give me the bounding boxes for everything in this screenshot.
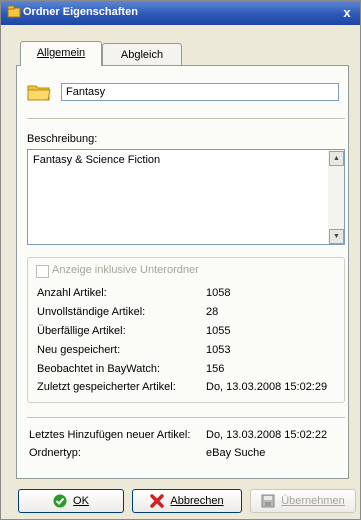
stat-value: Do, 13.03.2008 15:02:29 — [206, 381, 328, 393]
scroll-up-icon[interactable]: ▲ — [329, 151, 344, 166]
stat-label: Überfällige Artikel: — [37, 325, 126, 337]
stat-value: 1055 — [206, 325, 231, 337]
app-icon — [7, 5, 21, 18]
check-icon — [53, 494, 67, 508]
info-value: eBay Suche — [206, 447, 266, 459]
tab-abgleich-label: Abgleich — [120, 49, 164, 61]
subfolders-checkbox-label: Anzeige inklusive Unterordner — [52, 264, 199, 276]
description-label: Beschreibung: — [27, 133, 98, 145]
stat-label: Anzahl Artikel: — [37, 287, 107, 299]
close-icon[interactable]: x — [340, 6, 354, 20]
tab-abgleich[interactable]: Abgleich — [102, 43, 182, 66]
stat-label: Unvollständige Artikel: — [37, 306, 146, 318]
stat-value: 156 — [206, 363, 225, 375]
properties-dialog: Ordner Eigenschaften x Allgemein Abgleic… — [0, 0, 361, 520]
tab-allgemein-label: Allgemein — [36, 47, 86, 59]
cancel-button[interactable]: Abbrechen — [132, 489, 242, 513]
subfolders-checkbox[interactable] — [36, 265, 49, 278]
separator — [27, 417, 345, 419]
ok-button-label: OK — [73, 495, 89, 507]
tab-allgemein[interactable]: Allgemein — [20, 41, 102, 66]
info-value: Do, 13.03.2008 15:02:22 — [206, 429, 328, 441]
info-label: Ordnertyp: — [29, 447, 81, 459]
description-textarea[interactable]: Fantasy & Science Fiction ▲ ▼ — [27, 149, 345, 245]
apply-button[interactable]: Übernehmen — [250, 489, 356, 513]
info-label: Letztes Hinzufügen neuer Artikel: — [29, 429, 191, 441]
ok-button[interactable]: OK — [18, 489, 124, 513]
description-text: Fantasy & Science Fiction — [33, 154, 161, 166]
scroll-down-icon[interactable]: ▼ — [329, 229, 344, 244]
stat-value: 1058 — [206, 287, 231, 299]
separator — [27, 118, 345, 120]
description-scrollbar[interactable]: ▲ ▼ — [328, 150, 344, 244]
stat-value: 28 — [206, 306, 219, 318]
folder-icon — [27, 85, 51, 101]
folder-name-input[interactable] — [61, 83, 339, 101]
stat-label: Beobachtet in BayWatch: — [37, 363, 161, 375]
cancel-button-label: Abbrechen — [170, 495, 224, 507]
apply-button-label: Übernehmen — [281, 495, 345, 507]
cross-icon — [150, 494, 165, 508]
title-bar[interactable]: Ordner Eigenschaften x — [1, 1, 360, 25]
window-title: Ordner Eigenschaften — [23, 6, 138, 18]
stat-label: Neu gespeichert: — [37, 344, 121, 356]
stat-label: Zuletzt gespeicherter Artikel: — [37, 381, 176, 393]
save-icon — [261, 494, 275, 508]
stat-value: 1053 — [206, 344, 231, 356]
